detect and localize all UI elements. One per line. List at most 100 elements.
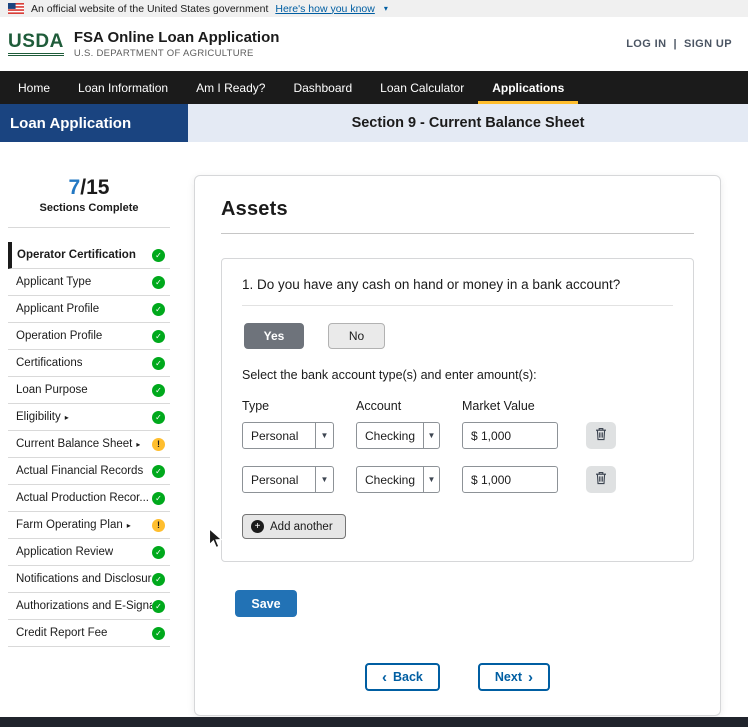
- status-complete-icon: [152, 492, 165, 505]
- chevron-down-icon: ▼: [423, 467, 439, 492]
- expand-caret-icon: ▸: [65, 413, 69, 422]
- footer-strip: [0, 717, 748, 727]
- sidebar-divider: [8, 227, 170, 228]
- gov-banner-text: An official website of the United States…: [31, 3, 268, 15]
- section-bar: Loan Application Section 9 - Current Bal…: [0, 104, 748, 142]
- gov-banner: An official website of the United States…: [0, 0, 748, 17]
- chevron-down-icon: ▾: [384, 4, 388, 13]
- status-complete-icon: [152, 276, 165, 289]
- sidebar-item-current-balance-sheet[interactable]: Current Balance Sheet▸: [8, 431, 170, 458]
- yes-no-group: Yes No: [244, 323, 673, 349]
- main-nav: Home Loan Information Am I Ready? Dashbo…: [0, 71, 748, 104]
- nav-item-loan-information[interactable]: Loan Information: [64, 71, 182, 104]
- status-warning-icon: [152, 438, 165, 451]
- app-title: Loan Application: [0, 104, 188, 142]
- status-complete-icon: [152, 384, 165, 397]
- status-complete-icon: [152, 330, 165, 343]
- delete-row-button[interactable]: [586, 422, 616, 449]
- next-button[interactable]: Next ›: [478, 663, 550, 691]
- chevron-right-icon: ›: [528, 670, 533, 685]
- sidebar-item-notifications-disclosures[interactable]: Notifications and Disclosur...: [8, 566, 170, 593]
- no-button[interactable]: No: [328, 323, 385, 349]
- bank-account-row: Personal ▼ Checking ▼: [242, 466, 673, 493]
- page: An official website of the United States…: [0, 0, 748, 727]
- site-title: FSA Online Loan Application: [74, 29, 280, 46]
- col-header-type: Type: [242, 399, 334, 413]
- chevron-left-icon: ‹: [382, 670, 387, 685]
- auth-divider: |: [673, 38, 676, 50]
- status-complete-icon: [152, 627, 165, 640]
- col-header-market-value: Market Value: [462, 399, 558, 413]
- sidebar-item-actual-production-records[interactable]: Actual Production Recor...: [8, 485, 170, 512]
- instruction-text: Select the bank account type(s) and ente…: [242, 368, 673, 382]
- log-in-link[interactable]: LOG IN: [626, 38, 666, 50]
- save-button[interactable]: Save: [235, 590, 297, 617]
- site-subtitle: U.S. DEPARTMENT OF AGRICULTURE: [74, 48, 280, 59]
- sidebar-item-loan-purpose[interactable]: Loan Purpose: [8, 377, 170, 404]
- sidebar-item-operator-certification[interactable]: Operator Certification: [8, 242, 170, 269]
- sidebar-list: Operator Certification Applicant Type Ap…: [8, 242, 170, 647]
- how-you-know-link[interactable]: Here's how you know: [275, 3, 374, 15]
- expand-caret-icon: ▸: [127, 521, 131, 530]
- add-another-button[interactable]: + Add another: [242, 514, 346, 539]
- sidebar-item-operation-profile[interactable]: Operation Profile: [8, 323, 170, 350]
- progress-label: Sections Complete: [8, 202, 170, 214]
- yes-button[interactable]: Yes: [244, 323, 304, 349]
- sign-up-link[interactable]: SIGN UP: [684, 38, 732, 50]
- progress-total: /15: [80, 176, 109, 199]
- sidebar-item-applicant-type[interactable]: Applicant Type: [8, 269, 170, 296]
- nav-item-home[interactable]: Home: [4, 71, 64, 104]
- trash-icon: [595, 471, 607, 488]
- back-button[interactable]: ‹ Back: [365, 663, 440, 691]
- question-text: 1. Do you have any cash on hand or money…: [242, 277, 673, 306]
- us-flag-icon: [8, 3, 24, 14]
- auth-links: LOG IN | SIGN UP: [626, 38, 732, 50]
- sidebar-item-credit-report-fee[interactable]: Credit Report Fee: [8, 620, 170, 647]
- status-warning-icon: [152, 519, 165, 532]
- nav-item-loan-calculator[interactable]: Loan Calculator: [366, 71, 478, 104]
- delete-row-button[interactable]: [586, 466, 616, 493]
- chevron-down-icon: ▼: [423, 423, 439, 448]
- status-complete-icon: [152, 411, 165, 424]
- status-complete-icon: [152, 465, 165, 478]
- assets-card: Assets 1. Do you have any cash on hand o…: [194, 175, 721, 716]
- usda-logo: USDA: [8, 32, 64, 56]
- status-complete-icon: [152, 249, 165, 262]
- status-complete-icon: [152, 303, 165, 316]
- sidebar: 7/15 Sections Complete Operator Certific…: [8, 142, 170, 647]
- account-select[interactable]: Checking ▼: [356, 466, 440, 493]
- sidebar-item-farm-operating-plan[interactable]: Farm Operating Plan▸: [8, 512, 170, 539]
- chevron-down-icon: ▼: [315, 467, 333, 492]
- chevron-down-icon: ▼: [315, 423, 333, 448]
- pagination-buttons: ‹ Back Next ›: [221, 663, 694, 691]
- status-complete-icon: [152, 546, 165, 559]
- type-select[interactable]: Personal ▼: [242, 466, 334, 493]
- market-value-input[interactable]: [462, 422, 558, 449]
- nav-item-dashboard[interactable]: Dashboard: [279, 71, 366, 104]
- question-panel: 1. Do you have any cash on hand or money…: [221, 258, 694, 562]
- site-header: USDA FSA Online Loan Application U.S. DE…: [0, 17, 748, 71]
- sidebar-item-authorizations-esignature[interactable]: Authorizations and E-Signa...: [8, 593, 170, 620]
- plus-icon: +: [251, 520, 264, 533]
- status-complete-icon: [152, 357, 165, 370]
- sidebar-item-certifications[interactable]: Certifications: [8, 350, 170, 377]
- title-block: FSA Online Loan Application U.S. DEPARTM…: [74, 29, 280, 59]
- sidebar-item-application-review[interactable]: Application Review: [8, 539, 170, 566]
- section-title: Section 9 - Current Balance Sheet: [188, 104, 748, 142]
- nav-item-am-i-ready[interactable]: Am I Ready?: [182, 71, 279, 104]
- market-value-input[interactable]: [462, 466, 558, 493]
- progress-current: 7: [69, 176, 81, 199]
- content: 7/15 Sections Complete Operator Certific…: [0, 142, 748, 717]
- heading-divider: [221, 233, 694, 234]
- progress-count: 7/15: [8, 176, 170, 200]
- type-select[interactable]: Personal ▼: [242, 422, 334, 449]
- col-header-account: Account: [356, 399, 440, 413]
- bank-account-row: Personal ▼ Checking ▼: [242, 422, 673, 449]
- nav-item-applications[interactable]: Applications: [478, 71, 578, 104]
- status-complete-icon: [152, 600, 165, 613]
- sidebar-item-applicant-profile[interactable]: Applicant Profile: [8, 296, 170, 323]
- sidebar-item-actual-financial-records[interactable]: Actual Financial Records: [8, 458, 170, 485]
- expand-caret-icon: ▸: [136, 440, 140, 449]
- sidebar-item-eligibility[interactable]: Eligibility▸: [8, 404, 170, 431]
- account-select[interactable]: Checking ▼: [356, 422, 440, 449]
